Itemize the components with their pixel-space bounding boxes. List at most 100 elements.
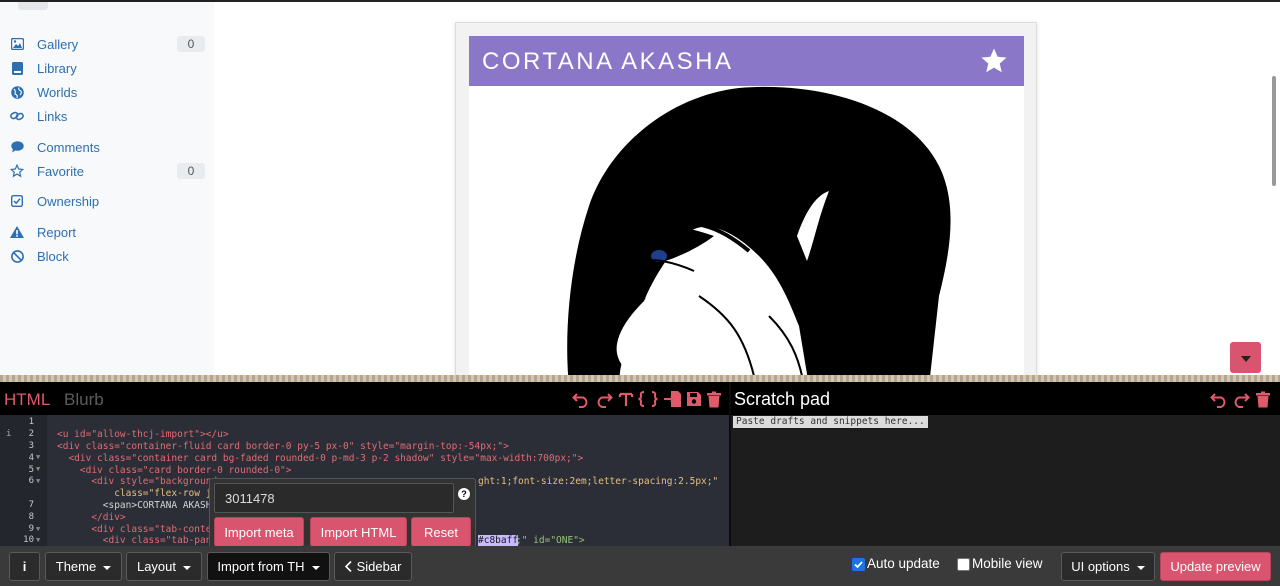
import-from-th-dropdown[interactable]: Import from TH bbox=[207, 552, 330, 581]
sidebar-item-comments[interactable]: Comments bbox=[0, 136, 214, 158]
bottom-toolbar: i Theme Layout Import from TH Sidebar Au… bbox=[0, 546, 1280, 586]
gallery-count-badge: 0 bbox=[177, 36, 205, 52]
scratch-pad-placeholder[interactable]: Paste drafts and snippets here... bbox=[733, 416, 928, 428]
info-marker-icon: i bbox=[6, 429, 12, 439]
scratch-pad-title: Scratch pad bbox=[734, 389, 831, 409]
code-braces-icon[interactable] bbox=[638, 389, 658, 409]
sidebar-item-label: Worlds bbox=[37, 84, 78, 100]
sidebar-item-gallery[interactable]: Gallery 0 bbox=[0, 33, 214, 55]
import-label: Import from TH bbox=[217, 559, 305, 574]
sidebar-item-report[interactable]: Report bbox=[0, 221, 214, 243]
profile-portrait-image bbox=[469, 86, 1024, 377]
undo-icon[interactable] bbox=[571, 389, 591, 409]
ui-options-label: UI options bbox=[1071, 559, 1130, 574]
auto-update-checkbox[interactable] bbox=[852, 558, 865, 571]
sidebar-item-label: Ownership bbox=[37, 193, 100, 209]
caret-down-icon bbox=[311, 565, 320, 570]
caret-down-icon bbox=[103, 565, 112, 570]
profile-header: CORTANA AKASHA bbox=[469, 36, 1024, 86]
code-line: <div class="container card bg-faded roun… bbox=[57, 453, 584, 464]
star-icon[interactable] bbox=[979, 46, 1009, 76]
preview-scrollbar[interactable] bbox=[1272, 76, 1276, 186]
sidebar-item-label: Library bbox=[37, 60, 77, 76]
info-button[interactable]: i bbox=[9, 552, 40, 581]
sidebar-toggle-button[interactable]: Sidebar bbox=[334, 552, 412, 581]
scroll-down-button[interactable] bbox=[1230, 342, 1261, 373]
scratch-pad-panel: Scratch pad Paste drafts and snippets he… bbox=[731, 382, 1280, 546]
sidebar-item-block[interactable]: Block bbox=[0, 245, 214, 267]
line-number: 4 bbox=[28, 453, 34, 463]
pane-resize-handle[interactable] bbox=[0, 375, 1280, 382]
line-number: 9 bbox=[28, 524, 34, 534]
comment-icon bbox=[10, 140, 24, 154]
code-line-tail: ;" id="ONE"> bbox=[516, 535, 585, 546]
sidebar-item-label: Block bbox=[37, 248, 69, 264]
sidebar-top-tab[interactable] bbox=[18, 2, 48, 10]
trash-icon[interactable] bbox=[704, 389, 724, 409]
import-html-button[interactable]: Import HTML bbox=[310, 517, 407, 547]
chevron-left-icon bbox=[344, 561, 352, 572]
fold-arrow-icon[interactable]: ▼ bbox=[36, 536, 40, 544]
sidebar-item-worlds[interactable]: Worlds bbox=[0, 81, 214, 103]
line-number: 6 bbox=[28, 476, 34, 486]
caret-down-icon bbox=[1136, 565, 1145, 570]
sidebar-item-label: Report bbox=[37, 224, 77, 240]
code-line: <u id="allow-thcj-import"></u> bbox=[57, 429, 229, 440]
save-icon[interactable] bbox=[684, 389, 704, 409]
sidebar-item-favorite[interactable]: Favorite 0 bbox=[0, 160, 214, 182]
line-number: 5 bbox=[28, 465, 34, 475]
update-preview-button[interactable]: Update preview bbox=[1160, 552, 1271, 581]
tab-blurb[interactable]: Blurb bbox=[64, 390, 104, 410]
theme-dropdown[interactable]: Theme bbox=[45, 552, 122, 581]
undo-icon[interactable] bbox=[1209, 389, 1229, 409]
scratch-pad-header: Scratch pad bbox=[731, 382, 1280, 415]
favorite-count-badge: 0 bbox=[177, 163, 205, 179]
code-line: class="flex-row ju bbox=[57, 488, 218, 499]
text-format-icon[interactable] bbox=[616, 389, 636, 409]
sidebar-item-links[interactable]: Links bbox=[0, 105, 214, 127]
redo-icon[interactable] bbox=[594, 389, 614, 409]
fold-arrow-icon[interactable]: ▼ bbox=[36, 525, 40, 533]
link-icon bbox=[10, 109, 24, 123]
sidebar-item-ownership[interactable]: Ownership bbox=[0, 190, 214, 212]
sidebar-item-library[interactable]: Library bbox=[0, 57, 214, 79]
code-line: <div class="container-fluid card border-… bbox=[57, 441, 509, 452]
fold-arrow-icon[interactable]: ▼ bbox=[36, 453, 40, 461]
file-import-icon[interactable] bbox=[663, 389, 683, 409]
fold-arrow-icon[interactable]: ▼ bbox=[36, 465, 40, 473]
code-line: <div class="card border-0 rounded-0"> bbox=[57, 465, 292, 476]
mobile-view-label: Mobile view bbox=[972, 556, 1043, 571]
theme-label: Theme bbox=[55, 559, 97, 574]
auto-update-label: Auto update bbox=[867, 556, 940, 571]
trash-icon[interactable] bbox=[1253, 389, 1273, 409]
help-icon[interactable]: ? bbox=[458, 488, 470, 500]
import-popup: ? Import meta Import HTML Reset bbox=[209, 478, 476, 550]
star-outline-icon bbox=[10, 164, 24, 178]
preview-pane: Gallery 0 Library Worlds Links Comments … bbox=[0, 0, 1280, 377]
line-number: 10 bbox=[23, 535, 34, 545]
line-number-gutter: 1 2 3 4 5 6 7 8 9 10 i ▼ ▼ ▼ ▼ ▼ bbox=[0, 415, 47, 546]
thcj-id-input[interactable] bbox=[214, 483, 454, 513]
fold-arrow-icon[interactable]: ▼ bbox=[36, 477, 40, 485]
redo-icon[interactable] bbox=[1231, 389, 1251, 409]
mobile-view-checkbox[interactable] bbox=[957, 558, 970, 571]
checkbox-icon bbox=[10, 194, 24, 208]
code-line: <div style="background bbox=[57, 476, 218, 487]
layout-dropdown[interactable]: Layout bbox=[126, 552, 202, 581]
code-line: </div> bbox=[57, 512, 126, 523]
line-number: 8 bbox=[28, 512, 34, 522]
line-number: 1 bbox=[28, 417, 34, 427]
book-icon bbox=[10, 61, 24, 75]
tab-html[interactable]: HTML bbox=[4, 390, 50, 410]
layout-label: Layout bbox=[136, 559, 177, 574]
import-meta-button[interactable]: Import meta bbox=[214, 517, 304, 547]
editor-tab-bar: HTML Blurb bbox=[0, 382, 729, 415]
profile-name: CORTANA AKASHA bbox=[482, 48, 734, 75]
ui-options-dropdown[interactable]: UI options bbox=[1061, 552, 1155, 581]
reset-button[interactable]: Reset bbox=[411, 517, 471, 547]
profile-sidebar: Gallery 0 Library Worlds Links Comments … bbox=[0, 2, 214, 377]
color-highlight: #c8baff bbox=[478, 535, 519, 546]
sidebar-item-label: Comments bbox=[37, 139, 100, 155]
code-line-tail: ght:1;font-size:2em;letter-spacing:2.5px… bbox=[478, 476, 719, 487]
line-number: 3 bbox=[28, 441, 34, 451]
